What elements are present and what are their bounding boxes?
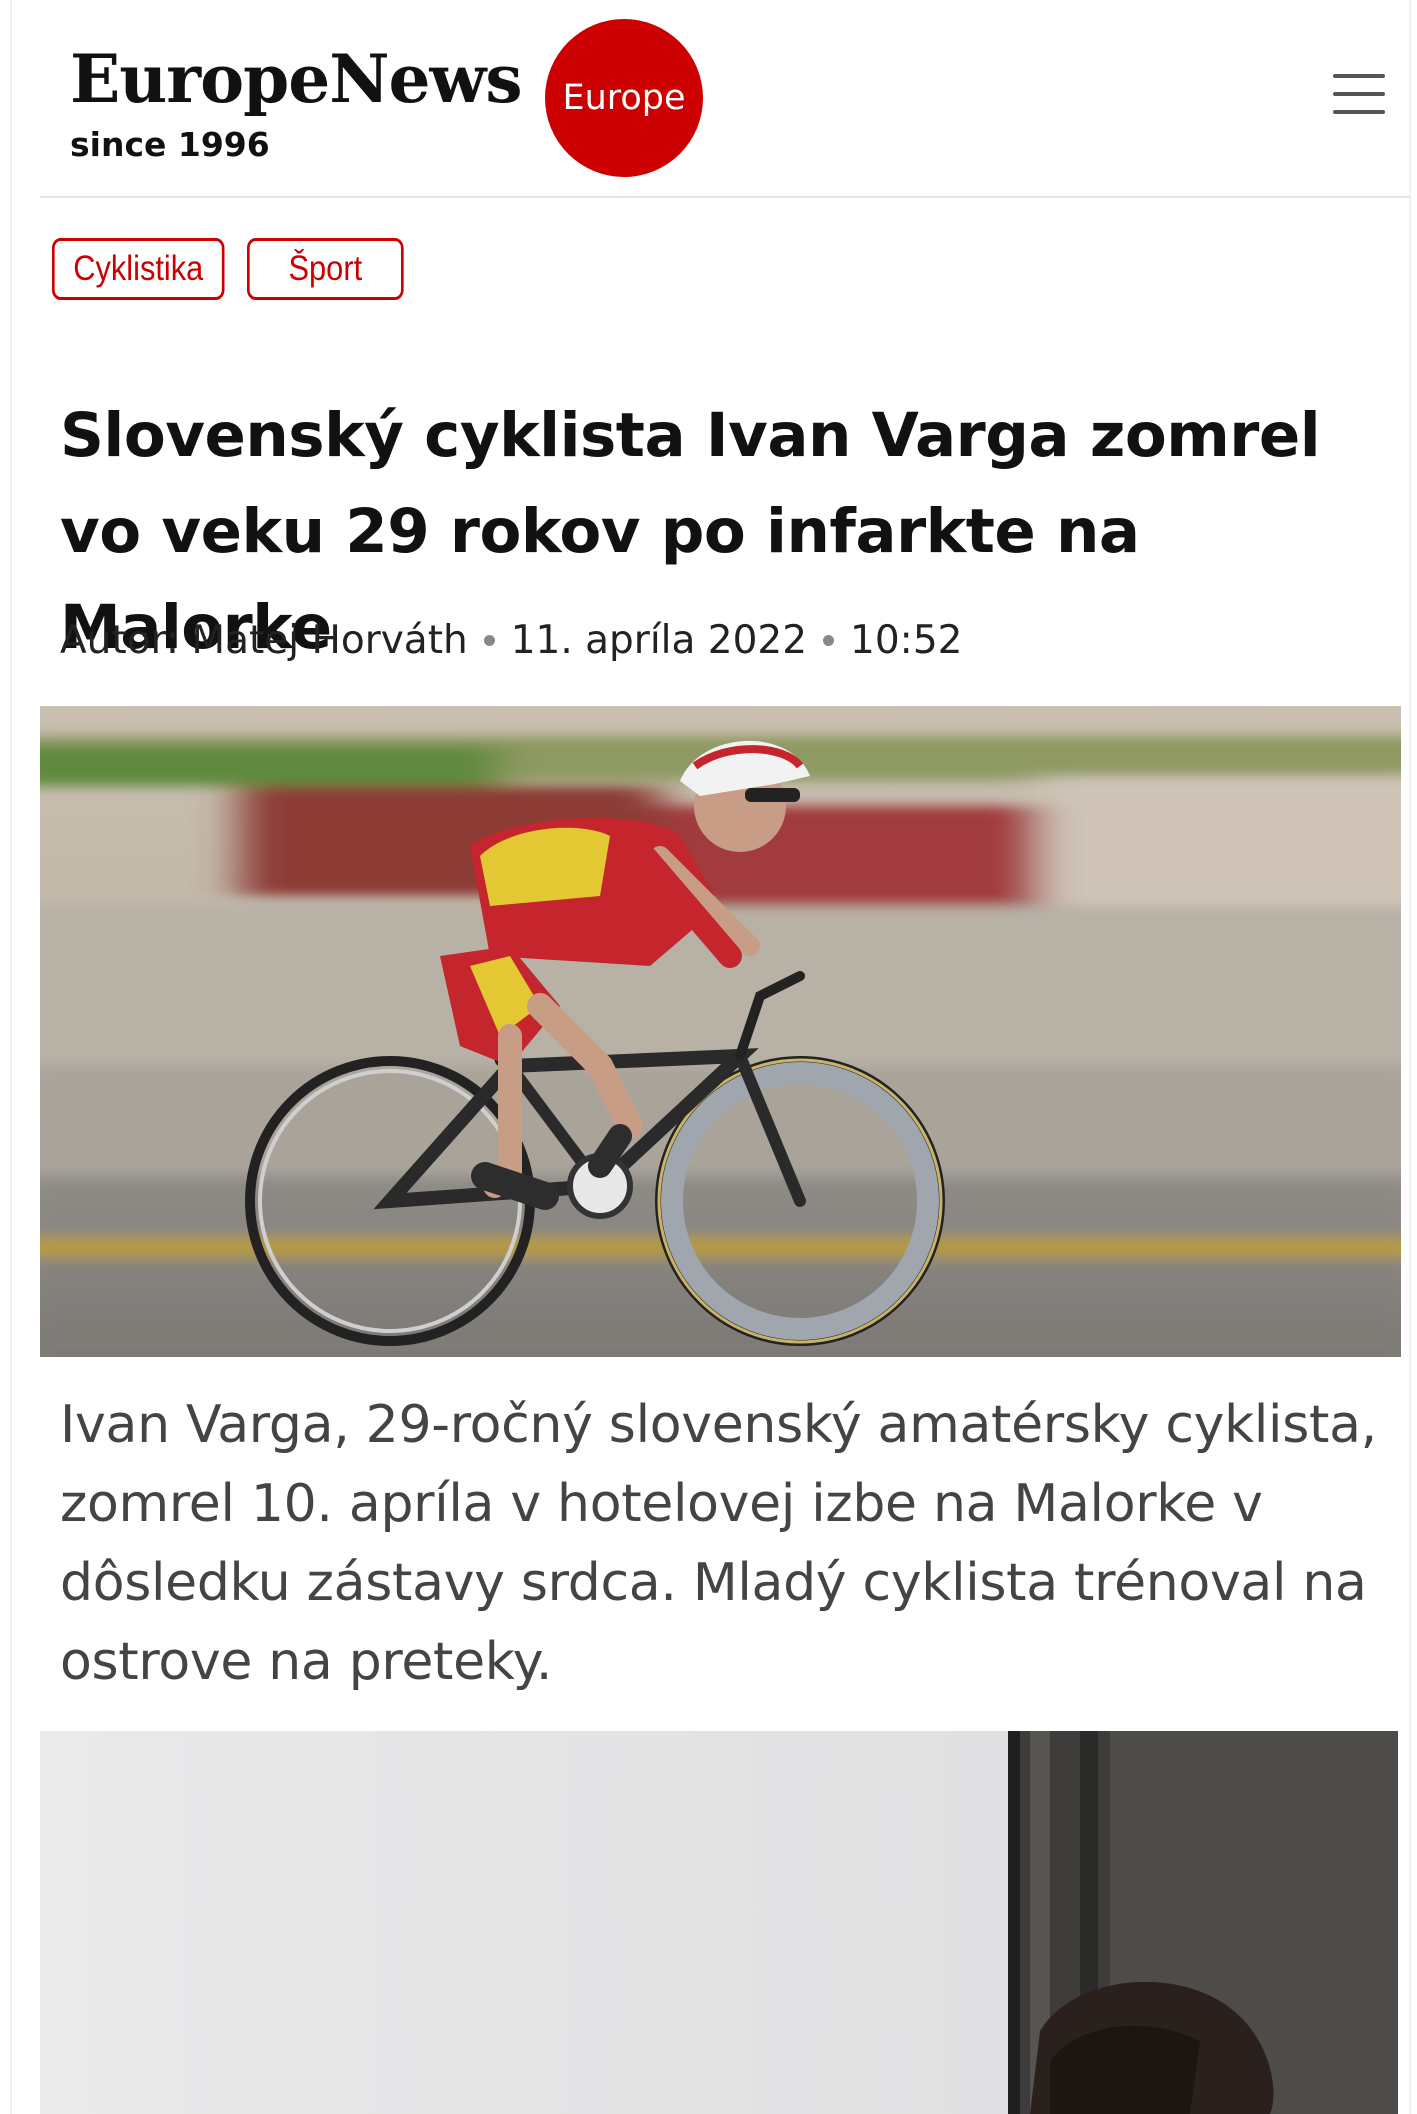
- menu-bar: [1333, 92, 1385, 96]
- site-tagline: since 1996: [70, 125, 270, 164]
- article-meta: Autor: Matej Horváth 11. apríla 2022 10:…: [60, 618, 962, 663]
- region-badge[interactable]: Europe: [545, 19, 703, 177]
- category-tags: Cyklistika Šport: [52, 238, 425, 300]
- window-scene-illustration: [40, 1731, 1398, 2114]
- article-image-2: [40, 1731, 1398, 2114]
- cyclist-illustration: [40, 706, 1401, 1357]
- page: EuropeNews since 1996 Europe Cyklistika …: [10, 0, 1411, 2114]
- separator-dot: [823, 635, 835, 646]
- tag-cyklistika[interactable]: Cyklistika: [52, 238, 225, 300]
- separator-dot: [483, 635, 495, 646]
- tag-sport[interactable]: Šport: [247, 238, 404, 300]
- article-author[interactable]: Autor: Matej Horváth: [60, 618, 468, 663]
- site-logo[interactable]: EuropeNews: [70, 46, 523, 112]
- site-header: EuropeNews since 1996 Europe: [40, 0, 1411, 198]
- menu-bar: [1333, 74, 1385, 78]
- article-lead: Ivan Varga, 29-ročný slovenský amatérsky…: [60, 1395, 1377, 1692]
- hamburger-menu-icon[interactable]: [1333, 70, 1385, 118]
- article-date: 11. apríla 2022: [510, 618, 808, 663]
- hero-image-cyclist: [40, 706, 1401, 1357]
- menu-bar: [1333, 110, 1385, 114]
- article-time: 10:52: [850, 618, 963, 663]
